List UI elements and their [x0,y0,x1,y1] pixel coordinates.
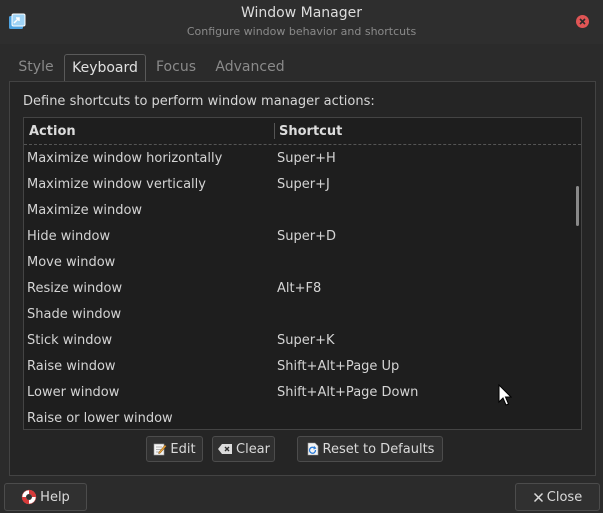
action-cell: Lower window [27,385,120,400]
table-row[interactable]: Lower window Shift+Alt+Page Down [24,381,569,407]
shortcut-cell: Super+K [277,333,335,348]
column-separator[interactable] [274,123,275,139]
shortcut-cell: Super+D [277,229,336,244]
help-button-label: Help [40,489,70,505]
shortcut-cell: Alt+F8 [277,281,322,296]
action-cell: Hide window [27,229,111,244]
scrollbar-thumb[interactable] [576,186,579,226]
column-header-shortcut[interactable]: Shortcut [279,124,342,139]
shortcut-cell: Shift+Alt+Page Down [277,385,419,400]
edit-button[interactable]: Edit [146,436,203,462]
window-close-icon[interactable] [576,15,589,28]
shortcut-cell: Shift+Alt+Page Up [277,359,400,374]
close-button-label: Close [546,489,583,505]
help-button[interactable]: Help [4,483,87,511]
window-title: Window Manager [240,5,363,21]
close-icon [533,492,543,502]
mouse-pointer-icon [498,384,512,406]
edit-button-label: Edit [170,441,196,457]
window-subtitle: Configure window behavior and shortcuts [186,25,417,38]
table-header: Action Shortcut [24,118,581,145]
table-row[interactable]: Maximize window [24,199,569,225]
shortcut-cell: Super+H [277,151,336,166]
reset-button-label: Reset to Defaults [322,441,435,457]
table-row[interactable]: Stick window Super+K [24,329,569,355]
title-bar: Window Manager Configure window behavior… [0,0,603,44]
tab-focus[interactable]: Focus [148,54,204,81]
action-cell: Maximize window horizontally [27,151,223,166]
action-cell: Raise or lower window [27,411,173,426]
vertical-scrollbar[interactable] [576,146,581,428]
tab-style[interactable]: Style [10,54,62,81]
shortcuts-description: Define shortcuts to perform window manag… [23,94,375,109]
shortcut-cell: Super+J [277,177,330,192]
action-cell: Maximize window [27,203,143,218]
action-cell: Raise window [27,359,116,374]
table-row[interactable]: Maximize window horizontally Super+H [24,147,569,173]
action-cell: Maximize window vertically [27,177,206,192]
action-cell: Shade window [27,307,122,322]
close-button[interactable]: Close [515,483,600,511]
action-cell: Move window [27,255,116,270]
clear-button-label: Clear [236,441,270,457]
table-row[interactable]: Resize window Alt+F8 [24,277,569,303]
column-header-action[interactable]: Action [29,124,76,139]
clear-button[interactable]: Clear [212,436,275,462]
lifebuoy-help-icon [21,489,37,505]
action-cell: Stick window [27,333,113,348]
table-row[interactable]: Raise or lower window [24,407,569,429]
tab-keyboard[interactable]: Keyboard [64,54,146,82]
reset-document-icon [307,442,318,456]
action-cell: Resize window [27,281,123,296]
tab-advanced[interactable]: Advanced [208,54,292,81]
edit-icon [154,443,167,456]
table-row[interactable]: Shade window [24,303,569,329]
table-row[interactable]: Raise window Shift+Alt+Page Up [24,355,569,381]
table-row[interactable]: Hide window Super+D [24,225,569,251]
keyboard-panel: Define shortcuts to perform window manag… [9,81,596,476]
table-row[interactable]: Move window [24,251,569,277]
reset-to-defaults-button[interactable]: Reset to Defaults [297,436,443,462]
backspace-icon [218,444,232,454]
table-row[interactable]: Maximize window vertically Super+J [24,173,569,199]
